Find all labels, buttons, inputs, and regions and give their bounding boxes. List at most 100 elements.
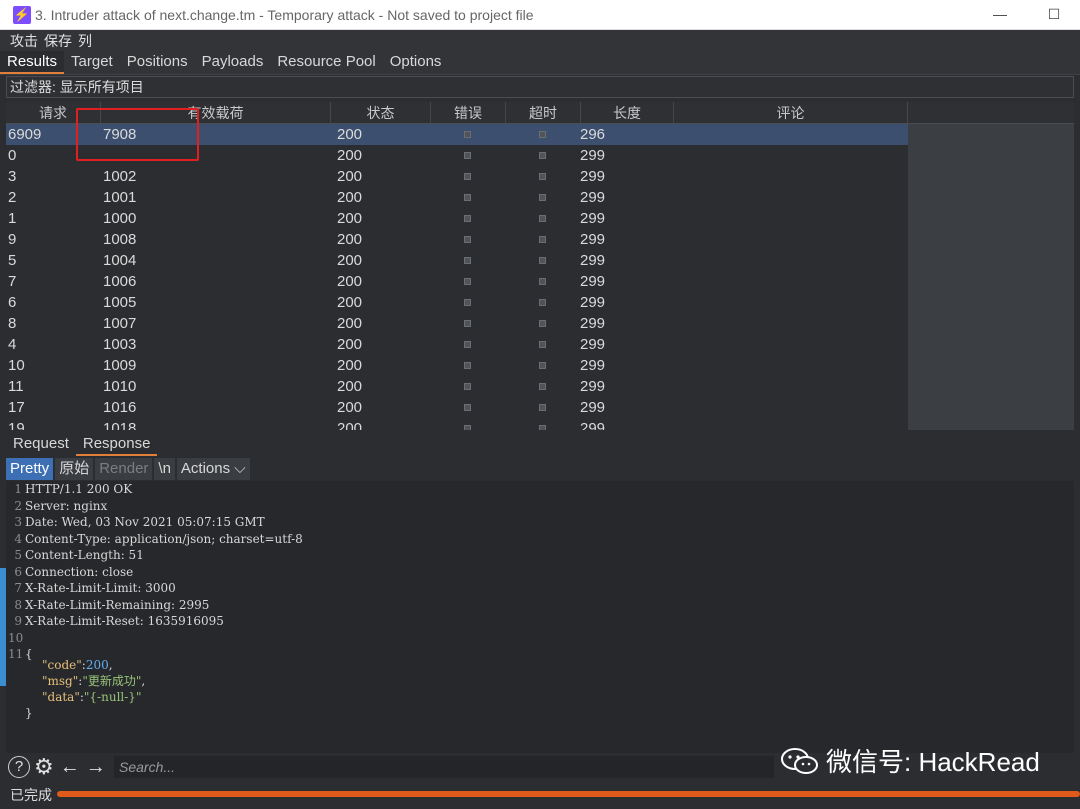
cell-status: 200 [337, 210, 363, 227]
code-line: 1 HTTP/1.1 200 OK [6, 481, 1066, 497]
table-row[interactable]: 6 1005 200 299 [6, 292, 908, 313]
table-row[interactable]: 11 1010 200 299 [6, 376, 908, 397]
cell-length: 299 [580, 252, 606, 269]
cell-status: 200 [337, 168, 363, 185]
cell-status: 200 [337, 315, 363, 332]
cell-request: 19 [8, 420, 25, 430]
cell-status: 200 [337, 399, 363, 416]
cell-request: 7 [8, 273, 17, 290]
table-row[interactable]: 7 1006 200 299 [6, 271, 908, 292]
line-text: X-Rate-Limit-Remaining: 2995 [25, 597, 210, 612]
search-input[interactable]: Search... [114, 756, 774, 778]
maximize-button[interactable]: ☐ [1042, 4, 1066, 24]
back-arrow-icon[interactable]: ← [60, 756, 80, 779]
minimize-button[interactable]: — [988, 4, 1012, 24]
cell-request: 17 [8, 399, 25, 416]
raw-button[interactable]: 原始 [55, 458, 94, 480]
cell-request: 3 [8, 168, 17, 185]
table-row[interactable]: 10 1009 200 299 [6, 355, 908, 376]
tab-options[interactable]: Options [383, 51, 449, 74]
pretty-button[interactable]: Pretty [6, 458, 54, 480]
table-row[interactable]: 8 1007 200 299 [6, 313, 908, 334]
tab-resource-pool[interactable]: Resource Pool [270, 51, 382, 74]
tab-positions[interactable]: Positions [120, 51, 195, 74]
line-text: Content-Type: application/json; charset=… [25, 531, 303, 546]
cell-payload: 1004 [103, 252, 137, 269]
actions-dropdown[interactable]: Actions ⌵ [176, 458, 250, 480]
error-checkbox [464, 299, 471, 306]
forward-arrow-icon[interactable]: → [86, 756, 106, 779]
tab-target[interactable]: Target [64, 51, 120, 74]
render-button[interactable]: Render [95, 458, 153, 480]
timeout-checkbox [539, 194, 546, 201]
response-editor[interactable]: "code":200, "msg":"更新成功", "data":"{-null… [6, 481, 1074, 753]
cell-request: 2 [8, 189, 17, 206]
table-row[interactable]: 19 1018 200 299 [6, 418, 908, 430]
tab-response[interactable]: Response [75, 432, 158, 456]
code-line: } [6, 689, 306, 720]
cell-length: 299 [580, 231, 606, 248]
table-row[interactable]: 3 1002 200 299 [6, 166, 908, 187]
cell-length: 299 [580, 189, 606, 206]
col-timeout[interactable]: 超时 [506, 102, 581, 124]
code-line: 5 Content-Length: 51 [6, 547, 1066, 563]
filter-bar[interactable]: 过滤器: 显示所有项目 [6, 76, 1074, 98]
table-row[interactable]: 9 1008 200 299 [6, 229, 908, 250]
cell-payload: 1003 [103, 336, 137, 353]
watermark-text: 微信号: HackRead [826, 747, 1040, 777]
menu-columns[interactable]: 列 [78, 31, 92, 51]
table-row[interactable]: 17 1016 200 299 [6, 397, 908, 418]
cell-payload: 1008 [103, 231, 137, 248]
cell-status: 200 [337, 294, 363, 311]
line-number: 8 [14, 597, 22, 612]
col-comment[interactable]: 评论 [674, 102, 908, 124]
code-line: 7 X-Rate-Limit-Limit: 3000 [6, 580, 1066, 596]
cell-request: 4 [8, 336, 17, 353]
code-line: 2 Server: nginx [6, 498, 1066, 514]
cell-status: 200 [337, 252, 363, 269]
cell-length: 296 [580, 126, 606, 143]
line-text: { [25, 647, 33, 661]
tab-payloads[interactable]: Payloads [195, 51, 271, 74]
col-status[interactable]: 状态 [331, 102, 431, 124]
timeout-checkbox [539, 278, 546, 285]
error-checkbox [464, 173, 471, 180]
table-row[interactable]: 5 1004 200 299 [6, 250, 908, 271]
cell-payload: 1005 [103, 294, 137, 311]
cell-length: 299 [580, 294, 606, 311]
timeout-checkbox [539, 404, 546, 411]
cell-length: 299 [580, 168, 606, 185]
menu-save[interactable]: 保存 [44, 31, 72, 51]
progress-bar [57, 791, 1080, 797]
title-bar: ⚡ 3. Intruder attack of next.change.tm -… [0, 0, 1080, 30]
cell-length: 299 [580, 420, 606, 430]
cell-status: 200 [337, 231, 363, 248]
timeout-checkbox [539, 131, 546, 138]
col-length[interactable]: 长度 [581, 102, 674, 124]
json-close-brace: } [25, 706, 33, 720]
cell-request: 0 [8, 147, 17, 164]
help-icon[interactable]: ? [8, 756, 30, 778]
line-number: 1 [14, 482, 22, 496]
table-row[interactable]: 1 1000 200 299 [6, 208, 908, 229]
menu-attack[interactable]: 攻击 [10, 31, 38, 51]
table-row[interactable]: 2 1001 200 299 [6, 187, 908, 208]
cell-request: 11 [8, 378, 24, 395]
error-checkbox [464, 131, 471, 138]
table-row[interactable]: 4 1003 200 299 [6, 334, 908, 355]
timeout-checkbox [539, 425, 546, 430]
newline-toggle-button[interactable]: \n [154, 458, 175, 480]
error-checkbox [464, 320, 471, 327]
timeout-checkbox [539, 383, 546, 390]
tab-request[interactable]: Request [6, 432, 76, 456]
cell-request: 9 [8, 231, 17, 248]
cell-length: 299 [580, 315, 606, 332]
cell-request: 6 [8, 294, 17, 311]
line-number: 10 [8, 630, 24, 645]
col-error[interactable]: 错误 [431, 102, 506, 124]
error-checkbox [464, 236, 471, 243]
attack-tabs: Results Target Positions Payloads Resour… [0, 51, 1080, 75]
tab-results[interactable]: Results [0, 51, 65, 74]
cell-length: 299 [580, 378, 606, 395]
settings-icon[interactable]: ⚙ [34, 754, 54, 780]
